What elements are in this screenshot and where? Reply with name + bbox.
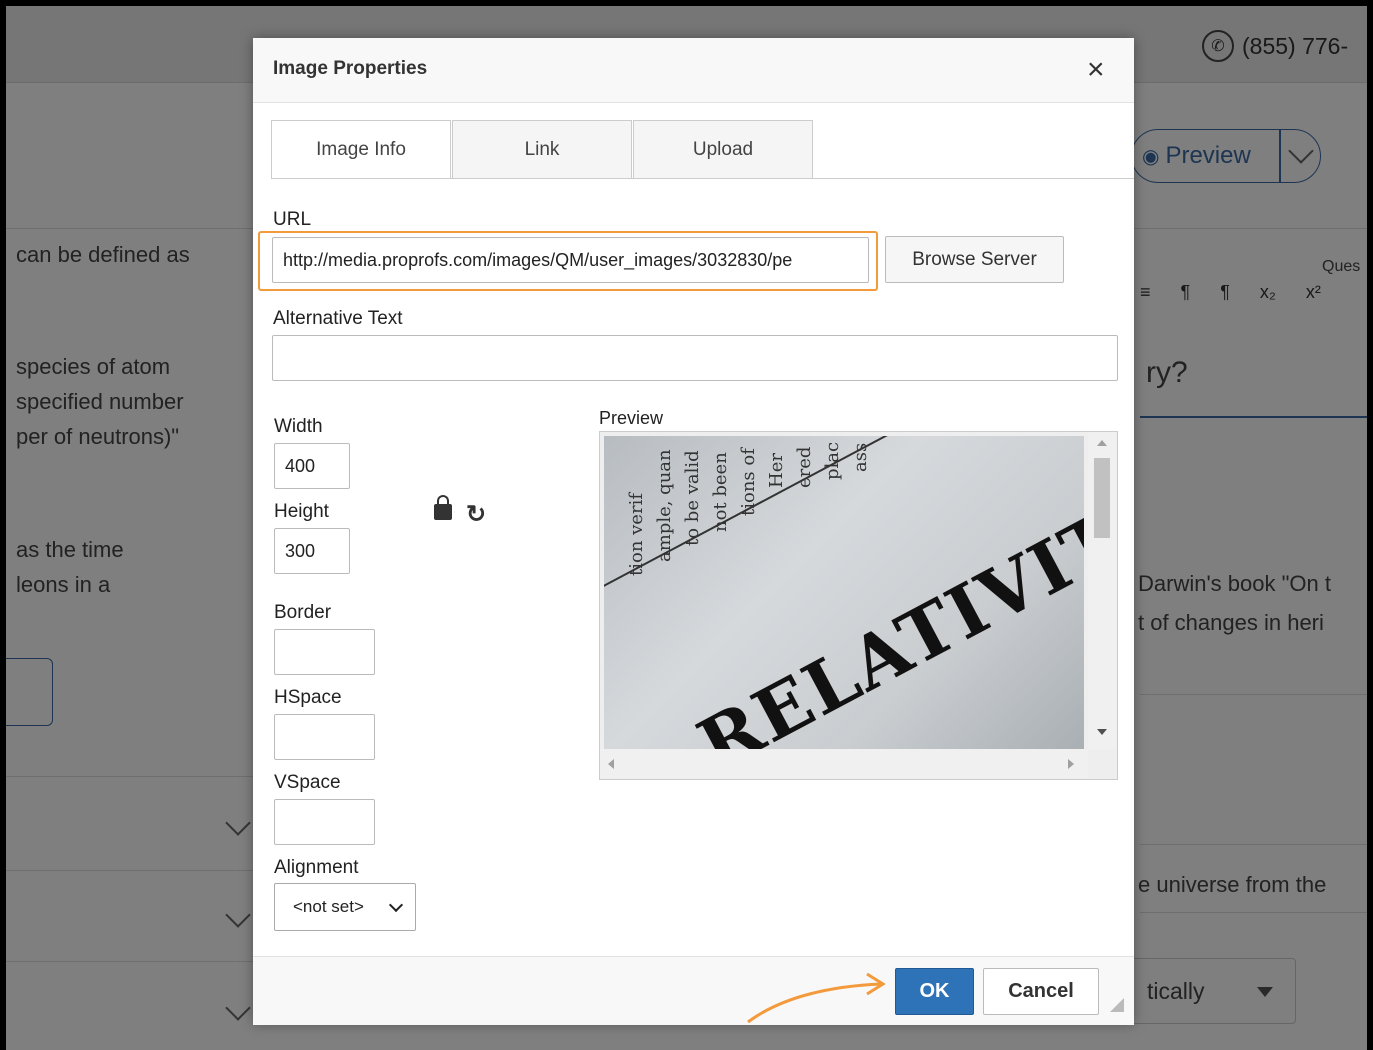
scroll-left-icon[interactable]	[608, 759, 614, 769]
scroll-up-icon[interactable]	[1097, 440, 1107, 446]
ok-button-label: OK	[919, 980, 950, 1002]
height-input[interactable]: 300	[274, 528, 350, 574]
alignment-select[interactable]: <not set>	[274, 883, 416, 931]
lock-icon[interactable]	[434, 495, 452, 520]
width-label: Width	[274, 416, 323, 437]
close-icon[interactable]: ×	[1087, 55, 1105, 85]
scroll-down-icon[interactable]	[1097, 729, 1107, 735]
alt-text-label: Alternative Text	[273, 308, 403, 329]
resize-handle-icon[interactable]	[1110, 998, 1124, 1012]
url-input[interactable]: http://media.proprofs.com/images/QM/user…	[272, 237, 869, 283]
preview-image: tion verif ample, quan to be valid not b…	[604, 436, 1084, 749]
cancel-button[interactable]: Cancel	[983, 968, 1099, 1015]
width-value: 400	[285, 455, 316, 476]
preview-image-text: to be valid	[682, 450, 703, 546]
alt-text-input[interactable]	[272, 335, 1118, 381]
tab-label: Image Info	[316, 139, 406, 160]
dialog-title: Image Properties	[273, 58, 428, 79]
tab-image-info[interactable]: Image Info	[271, 120, 451, 179]
border-label: Border	[274, 602, 332, 623]
vspace-label: VSpace	[274, 772, 341, 793]
alignment-value: <not set>	[293, 897, 364, 916]
browse-server-button[interactable]: Browse Server	[885, 236, 1064, 283]
reset-size-icon[interactable]: ↻	[466, 500, 486, 529]
url-label: URL	[273, 209, 312, 230]
ok-button[interactable]: OK	[895, 968, 974, 1015]
cancel-button-label: Cancel	[1008, 980, 1074, 1002]
tab-label: Link	[524, 138, 560, 160]
preview-image-text: ample, quan	[654, 449, 675, 562]
chevron-down-icon	[388, 897, 404, 913]
tab-label: Upload	[692, 138, 754, 160]
image-properties-dialog: Image Properties × Image Info Link Uploa…	[253, 38, 1134, 1025]
scroll-thumb[interactable]	[1094, 458, 1110, 538]
horizontal-scrollbar[interactable]	[600, 749, 1088, 778]
arrow-annotation-icon	[747, 972, 886, 1024]
border-input[interactable]	[274, 629, 375, 675]
alignment-label: Alignment	[274, 857, 359, 878]
browse-server-label: Browse Server	[912, 248, 1037, 270]
vspace-input[interactable]	[274, 799, 375, 845]
height-value: 300	[285, 540, 316, 561]
vertical-scrollbar[interactable]	[1088, 432, 1116, 749]
tab-upload[interactable]: Upload	[633, 120, 813, 178]
tab-underline	[271, 178, 1134, 179]
tab-bar: Image Info Link Upload	[271, 120, 814, 179]
height-label: Height	[274, 501, 329, 522]
preview-image-text: Her	[766, 453, 787, 488]
image-preview-box[interactable]: tion verif ample, quan to be valid not b…	[599, 431, 1118, 780]
url-value: http://media.proprofs.com/images/QM/user…	[283, 249, 793, 270]
width-input[interactable]: 400	[274, 443, 350, 489]
preview-label: Preview	[599, 408, 664, 428]
scroll-right-icon[interactable]	[1068, 759, 1074, 769]
tab-link[interactable]: Link	[452, 120, 632, 178]
dialog-header: Image Properties ×	[253, 38, 1134, 103]
hspace-input[interactable]	[274, 714, 375, 760]
hspace-label: HSpace	[274, 687, 342, 708]
